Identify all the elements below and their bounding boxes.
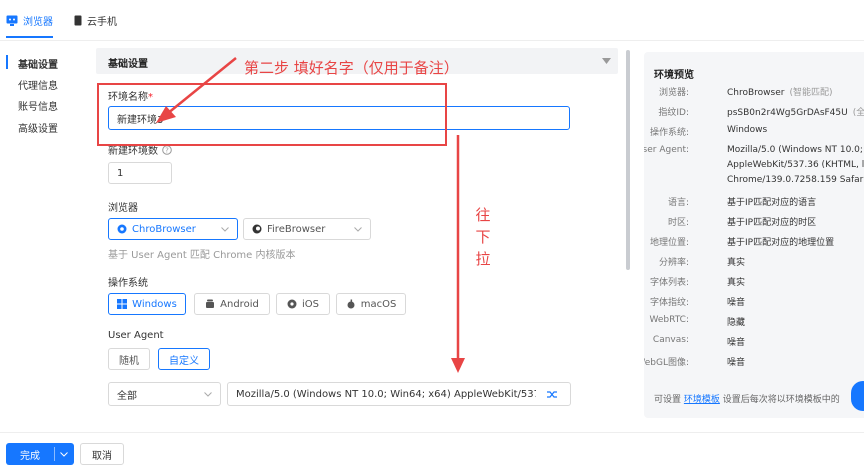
ua-mode-custom[interactable]: 自定义 (158, 348, 210, 370)
tab-cloud-phone[interactable]: 云手机 (74, 12, 117, 28)
active-indicator (6, 55, 8, 69)
cancel-button[interactable]: 取消 (80, 443, 124, 465)
footer-bar: 完成 取消 (0, 432, 864, 470)
new-count-input[interactable]: 1 (108, 162, 172, 184)
ios-icon (287, 299, 297, 309)
firefox-icon (252, 224, 262, 234)
environment-preview-panel: 环境预览 浏览器: ChroBrowser (智能匹配) 指纹ID: psSB0n2r4… (644, 52, 864, 418)
chevron-down-icon (204, 392, 212, 397)
floating-help-button[interactable] (851, 381, 864, 411)
help-icon[interactable]: ? (162, 144, 172, 155)
ua-filter-select[interactable]: 全部 (108, 382, 221, 406)
new-count-value: 1 (117, 167, 124, 179)
preview-value: ChroBrowser (智能匹配) (727, 88, 833, 98)
ua-mode-random[interactable]: 随机 (108, 348, 150, 370)
preview-key: Canvas: (652, 335, 689, 345)
browser-option-chro[interactable]: ChroBrowser (108, 218, 238, 240)
split-divider (54, 447, 55, 461)
preview-value: 基于IP匹配对应的语言 (727, 198, 817, 208)
chrome-icon (117, 224, 127, 234)
annotation-scroll-hint-1: 往 (475, 206, 491, 224)
section-title: 基础设置 (108, 59, 148, 70)
preview-value: AppleWebKit/537.36 (KHTML, like (727, 160, 864, 170)
preview-key: WebGL图像: (644, 358, 689, 368)
preview-value: 噪音 (727, 358, 746, 368)
ua-filter-value: 全部 (117, 390, 137, 402)
browser-label: 浏览器 (108, 203, 138, 214)
tab-browser[interactable]: 浏览器 (6, 12, 53, 38)
browser-icon (6, 15, 18, 26)
preview-value: Mozilla/5.0 (Windows NT 10.0; Wir (727, 145, 864, 155)
preview-value: 真实 (727, 278, 746, 288)
preview-key: 语言: (667, 198, 689, 208)
form-scrollbar[interactable] (626, 50, 630, 270)
preview-value: 隐藏 (727, 318, 746, 328)
annotation-scroll-hint-3: 拉 (475, 250, 491, 268)
preview-title: 环境预览 (654, 70, 694, 81)
collapse-icon[interactable] (602, 58, 611, 64)
ua-value: Mozilla/5.0 (Windows NT 10.0; Win64; x64… (236, 388, 536, 400)
browser-option-fire-label: FireBrowser (267, 223, 326, 235)
ua-label: User Agent (108, 330, 164, 341)
preview-value: psSB0n2r4Wg5GrDAsF45U(全球唯 (727, 108, 864, 118)
preview-key: 时区: (667, 218, 689, 228)
os-label: 操作系统 (108, 278, 148, 289)
apple-icon (347, 299, 355, 309)
preview-key: 地理位置: (649, 238, 689, 248)
os-option-android[interactable]: Android (194, 293, 270, 315)
template-link[interactable]: 环境模板 (684, 395, 720, 405)
android-icon (206, 299, 215, 308)
preview-key: 操作系统: (649, 128, 689, 138)
chevron-down-icon (221, 227, 229, 232)
shuffle-icon[interactable] (547, 390, 558, 399)
sidebar-item-account[interactable]: 账号信息 (18, 98, 58, 113)
preview-key: WebRTC: (649, 315, 689, 325)
chevron-down-icon[interactable] (60, 451, 68, 457)
browser-option-chro-label: ChroBrowser (132, 223, 196, 235)
os-option-macos-label: macOS (360, 298, 397, 310)
phone-icon (74, 15, 82, 25)
annotation-step-text: 第二步 填好名字（仅用于备注） (244, 59, 459, 77)
browser-hint: 基于 User Agent 匹配 Chrome 内核版本 (108, 250, 296, 261)
preview-value: 噪音 (727, 298, 746, 308)
windows-icon (117, 299, 128, 309)
os-option-windows-label: Windows (132, 298, 177, 310)
preview-value: Windows (727, 125, 768, 135)
sidebar-item-advanced[interactable]: 高级设置 (18, 120, 58, 135)
os-option-macos[interactable]: macOS (336, 293, 406, 315)
preview-key: 指纹ID: (658, 108, 689, 118)
tab-cloud-phone-label: 云手机 (87, 16, 117, 28)
tab-divider (0, 40, 864, 41)
preview-key: 浏览器: (658, 88, 689, 98)
confirm-label: 完成 (20, 450, 40, 462)
annotation-highlight-box (97, 83, 447, 146)
preview-value: 真实 (727, 258, 746, 268)
annotation-scroll-hint-2: 下 (475, 228, 491, 246)
top-tab-bar: 浏览器 云手机 (0, 0, 864, 40)
chevron-down-icon (354, 227, 362, 232)
os-option-ios-label: iOS (302, 298, 319, 310)
sidebar-item-basic[interactable]: 基础设置 (18, 56, 58, 71)
preview-value: 噪音 (727, 338, 746, 348)
svg-text:?: ? (165, 146, 169, 154)
preview-footer-note: 可设置 环境模板 设置后每次将以环境模板中的 (654, 395, 840, 405)
preview-value: 基于IP匹配对应的时区 (727, 218, 817, 228)
preview-value: 基于IP匹配对应的地理位置 (727, 238, 835, 248)
os-option-ios[interactable]: iOS (276, 293, 330, 315)
ua-input[interactable]: Mozilla/5.0 (Windows NT 10.0; Win64; x64… (227, 382, 571, 406)
preview-key: 字体列表: (649, 278, 689, 288)
os-option-android-label: Android (220, 298, 259, 310)
tab-browser-label: 浏览器 (23, 16, 53, 28)
os-option-windows[interactable]: Windows (108, 293, 186, 315)
sidebar-item-proxy[interactable]: 代理信息 (18, 77, 58, 92)
confirm-button[interactable]: 完成 (6, 443, 74, 465)
browser-option-fire[interactable]: FireBrowser (243, 218, 371, 240)
preview-key: 分辨率: (658, 258, 689, 268)
preview-key: User Agent: (644, 145, 689, 155)
preview-value: Chrome/139.0.7258.159 Safari/537 (727, 175, 864, 185)
preview-key: 字体指纹: (649, 298, 689, 308)
